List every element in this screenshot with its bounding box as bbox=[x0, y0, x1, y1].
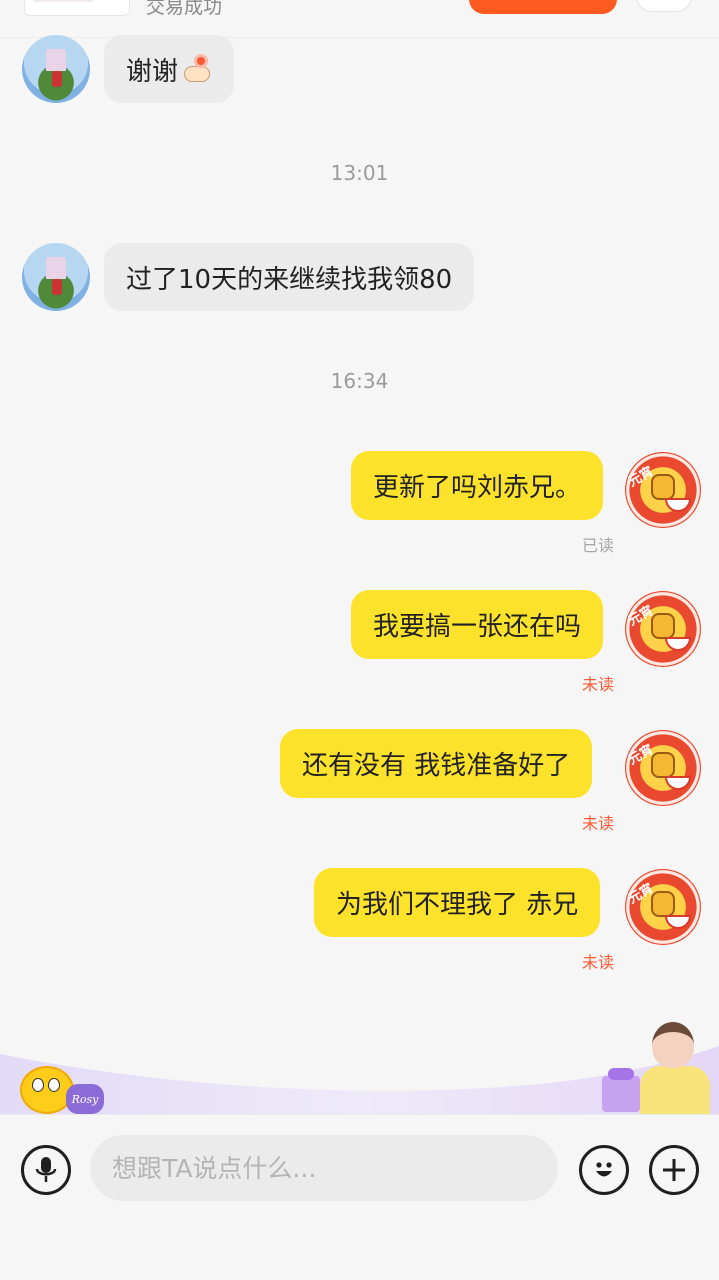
user-avatar[interactable]: 元宵 bbox=[625, 730, 701, 806]
microphone-icon[interactable] bbox=[21, 1145, 71, 1195]
emoji-icon[interactable] bbox=[579, 1145, 629, 1195]
received-message[interactable]: 过了10天的来继续找我领80 bbox=[104, 243, 475, 311]
heart-badge: Rosy bbox=[66, 1084, 104, 1114]
trade-status: 交易成功 bbox=[146, 0, 223, 18]
read-status: 已读 bbox=[581, 536, 614, 555]
message-text: 还有没有 我钱准备好了 bbox=[302, 751, 571, 781]
message-input[interactable] bbox=[90, 1135, 558, 1201]
unread-status: 未读 bbox=[581, 814, 614, 833]
sent-message[interactable]: 更新了吗刘赤兄。 bbox=[351, 451, 604, 520]
sent-message[interactable]: 还有没有 我钱准备好了 bbox=[280, 729, 593, 798]
unread-status: 未读 bbox=[581, 675, 614, 694]
flower-hand-emoji-icon bbox=[182, 54, 212, 84]
timestamp: 13:01 bbox=[330, 161, 389, 185]
order-action-button[interactable] bbox=[469, 0, 617, 14]
received-message[interactable]: 谢谢 bbox=[104, 35, 235, 103]
user-avatar[interactable]: 元宵 bbox=[625, 869, 701, 945]
timestamp: 16:34 bbox=[330, 369, 389, 393]
message-text: 过了10天的来继续找我领80 bbox=[126, 264, 453, 295]
sent-message[interactable]: 为我们不理我了 赤兄 bbox=[314, 868, 601, 937]
contact-avatar[interactable] bbox=[22, 35, 90, 103]
order-bar: 交易成功 bbox=[0, 0, 719, 38]
promo-character-icon[interactable] bbox=[598, 1020, 719, 1114]
sent-message[interactable]: 我要搞一张还在吗 bbox=[351, 590, 604, 659]
contact-avatar[interactable] bbox=[22, 243, 90, 311]
unread-status: 未读 bbox=[581, 953, 614, 972]
message-text: 为我们不理我了 赤兄 bbox=[336, 890, 579, 920]
user-avatar[interactable]: 元宵 bbox=[625, 452, 701, 528]
mascot-icon[interactable]: Rosy bbox=[14, 1060, 104, 1116]
message-text: 谢谢 bbox=[126, 56, 179, 87]
message-text: 更新了吗刘赤兄。 bbox=[373, 473, 582, 503]
more-button[interactable] bbox=[636, 0, 692, 12]
plus-icon[interactable] bbox=[649, 1145, 699, 1195]
user-avatar[interactable]: 元宵 bbox=[625, 591, 701, 667]
product-thumbnail[interactable] bbox=[24, 0, 130, 16]
input-bar bbox=[0, 1114, 719, 1280]
message-text: 我要搞一张还在吗 bbox=[373, 612, 582, 642]
